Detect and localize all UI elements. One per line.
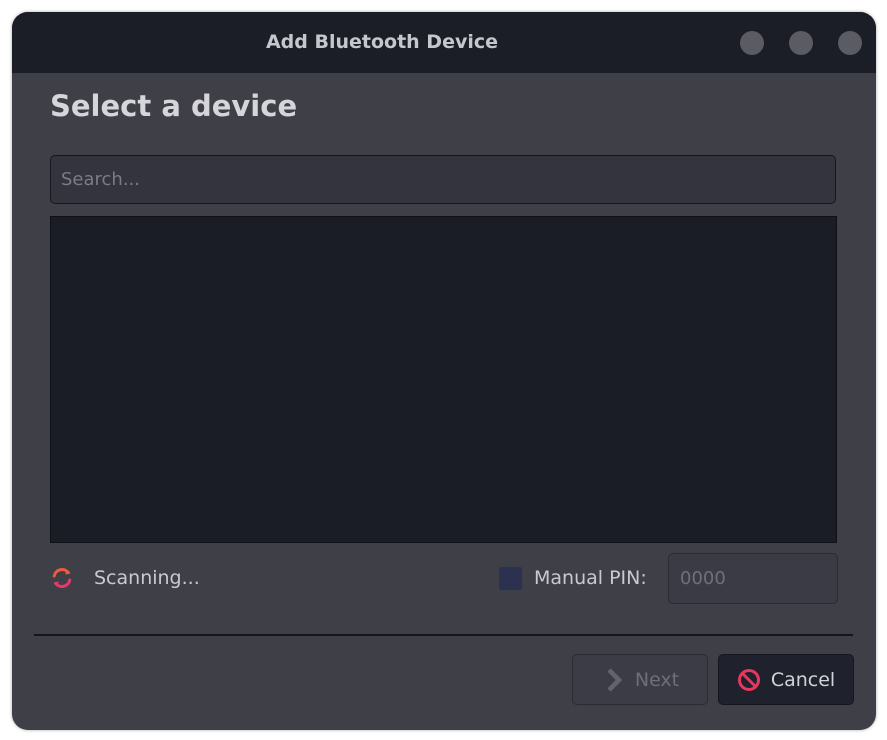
manual-pin-checkbox[interactable] [499, 567, 522, 590]
page-title: Select a device [50, 89, 298, 123]
cancel-label: Cancel [770, 668, 836, 691]
maximize-button[interactable] [789, 31, 813, 55]
pin-input[interactable] [668, 553, 838, 604]
device-list[interactable] [50, 216, 837, 543]
next-label: Next [634, 668, 680, 691]
add-bluetooth-device-window: Add Bluetooth Device Select a device Sca… [12, 12, 876, 730]
titlebar[interactable]: Add Bluetooth Device [12, 12, 876, 73]
separator [34, 634, 853, 636]
search-input[interactable] [50, 155, 836, 204]
cancel-button[interactable]: Cancel [718, 654, 854, 705]
window-title: Add Bluetooth Device [265, 31, 499, 53]
manual-pin-label: Manual PIN: [534, 567, 647, 589]
minimize-button[interactable] [740, 31, 764, 55]
chevron-right-icon [607, 667, 623, 692]
next-button[interactable]: Next [572, 654, 708, 705]
refresh-icon [52, 568, 72, 588]
close-button[interactable] [838, 31, 862, 55]
cancel-icon [737, 668, 760, 691]
scanning-status: Scanning... [94, 567, 200, 589]
